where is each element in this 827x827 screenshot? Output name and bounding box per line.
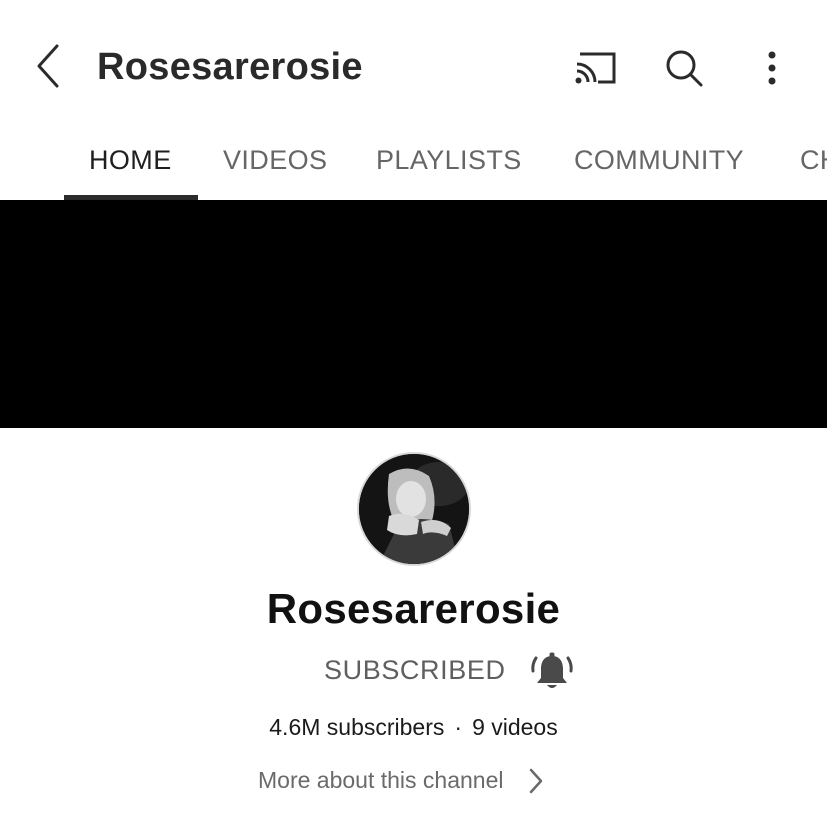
avatar[interactable] bbox=[357, 452, 471, 566]
channel-tabs: HOME VIDEOS PLAYLISTS COMMUNITY CH bbox=[0, 120, 827, 200]
stats-separator: · bbox=[454, 714, 463, 740]
channel-name: Rosesarerosie bbox=[266, 585, 561, 632]
back-button[interactable] bbox=[28, 44, 68, 92]
tab-community[interactable]: COMMUNITY bbox=[574, 120, 744, 200]
cast-button[interactable] bbox=[572, 46, 620, 94]
cast-icon bbox=[574, 50, 618, 91]
tab-home[interactable]: HOME bbox=[89, 120, 172, 200]
tab-playlists[interactable]: PLAYLISTS bbox=[376, 120, 522, 200]
search-button[interactable] bbox=[660, 46, 708, 94]
more-about-label: More about this channel bbox=[258, 767, 504, 793]
channel-banner bbox=[0, 200, 827, 428]
subscribed-button[interactable]: SUBSCRIBED bbox=[324, 655, 506, 686]
page-title: Rosesarerosie bbox=[97, 46, 363, 88]
video-count: 9 videos bbox=[472, 714, 558, 740]
tab-channels[interactable]: CH bbox=[800, 120, 827, 200]
tab-videos[interactable]: VIDEOS bbox=[223, 120, 327, 200]
more-options-button[interactable] bbox=[748, 46, 796, 94]
bell-ringing-icon bbox=[530, 650, 574, 699]
notification-bell-button[interactable] bbox=[528, 650, 576, 698]
app-header: Rosesarerosie bbox=[0, 0, 827, 120]
search-icon bbox=[664, 48, 704, 93]
chevron-right-icon bbox=[528, 768, 544, 794]
more-about-channel-link[interactable]: More about this channel bbox=[258, 767, 544, 794]
back-icon bbox=[35, 44, 61, 93]
channel-stats: 4.6M subscribers · 9 videos bbox=[0, 714, 827, 741]
more-vert-icon bbox=[767, 51, 777, 90]
subscriber-count: 4.6M subscribers bbox=[269, 714, 445, 740]
